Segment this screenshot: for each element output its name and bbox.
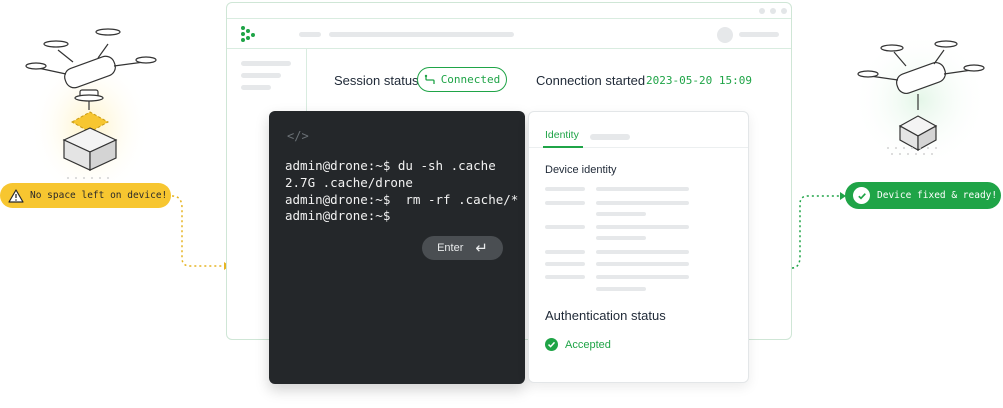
terminal-line: admin@drone:~$ rm -rf .cache/* — [285, 192, 519, 207]
field-label-placeholder — [545, 262, 585, 266]
active-tab-indicator — [543, 146, 583, 148]
device-identity-label: Device identity — [545, 164, 617, 176]
success-connector — [791, 192, 846, 269]
warning-triangle-icon — [8, 188, 24, 203]
success-badge-text: Device fixed & ready! — [877, 190, 998, 201]
authentication-accepted: Accepted — [545, 338, 611, 351]
nav-placeholder — [329, 32, 514, 37]
window-dot[interactable] — [759, 8, 765, 14]
connected-status-badge: Connected — [417, 67, 507, 92]
field-value-placeholder — [596, 187, 689, 191]
app-header — [227, 19, 791, 49]
connection-icon — [424, 74, 435, 84]
drone-illustration-fixed — [852, 32, 988, 168]
field-value-placeholder — [596, 262, 689, 266]
drone-illustration-warning — [25, 28, 157, 192]
sidebar-item-placeholder[interactable] — [241, 61, 291, 66]
field-value-placeholder — [596, 250, 689, 254]
connected-status-text: Connected — [440, 73, 501, 86]
enter-button-label: Enter — [437, 242, 464, 254]
terminal-panel[interactable]: </> admin@drone:~$ du -sh .cache 2.7G .c… — [269, 111, 525, 384]
window-dot[interactable] — [781, 8, 787, 14]
enter-arrow-icon: ↵ — [475, 239, 488, 257]
warning-badge: No space left on device! — [0, 183, 171, 208]
app-logo-icon[interactable] — [239, 25, 257, 43]
field-value-placeholder — [596, 201, 689, 205]
terminal-line: admin@drone:~$ — [285, 208, 391, 223]
enter-button[interactable]: Enter ↵ — [422, 236, 503, 260]
field-label-placeholder — [545, 201, 585, 205]
field-label-placeholder — [545, 187, 585, 191]
connection-started-value: 2023-05-20 15:09 — [646, 74, 752, 87]
check-circle-icon — [545, 338, 558, 351]
tab-placeholder[interactable] — [590, 134, 630, 140]
terminal-line: admin@drone:~$ du -sh .cache — [285, 158, 496, 173]
code-icon: </> — [287, 129, 309, 143]
field-label-placeholder — [545, 225, 585, 229]
nav-placeholder — [299, 32, 321, 37]
authentication-status-title: Authentication status — [545, 308, 666, 323]
sidebar-item-placeholder[interactable] — [241, 73, 281, 78]
session-status-label: Session status — [334, 73, 419, 88]
field-label-placeholder — [545, 250, 585, 254]
authentication-status-value: Accepted — [565, 338, 611, 351]
avatar[interactable] — [717, 27, 733, 43]
field-label-placeholder — [545, 275, 585, 279]
sidebar-item-placeholder[interactable] — [241, 85, 271, 90]
terminal-line: 2.7G .cache/drone — [285, 175, 413, 190]
success-badge: Device fixed & ready! — [845, 182, 1001, 209]
warning-connector — [171, 195, 230, 270]
field-value-placeholder — [596, 287, 646, 291]
field-value-placeholder — [596, 236, 646, 240]
check-circle-icon — [853, 187, 870, 204]
window-dot[interactable] — [770, 8, 776, 14]
identity-card: Identity Device identity Authentication … — [528, 111, 749, 383]
warning-badge-text: No space left on device! — [30, 190, 168, 201]
tab-identity[interactable]: Identity — [545, 129, 579, 141]
user-name-placeholder — [739, 32, 779, 37]
browser-titlebar — [227, 3, 791, 19]
connection-started-label: Connection started — [536, 73, 646, 88]
field-value-placeholder — [596, 212, 646, 216]
field-value-placeholder — [596, 225, 689, 229]
field-value-placeholder — [596, 275, 689, 279]
